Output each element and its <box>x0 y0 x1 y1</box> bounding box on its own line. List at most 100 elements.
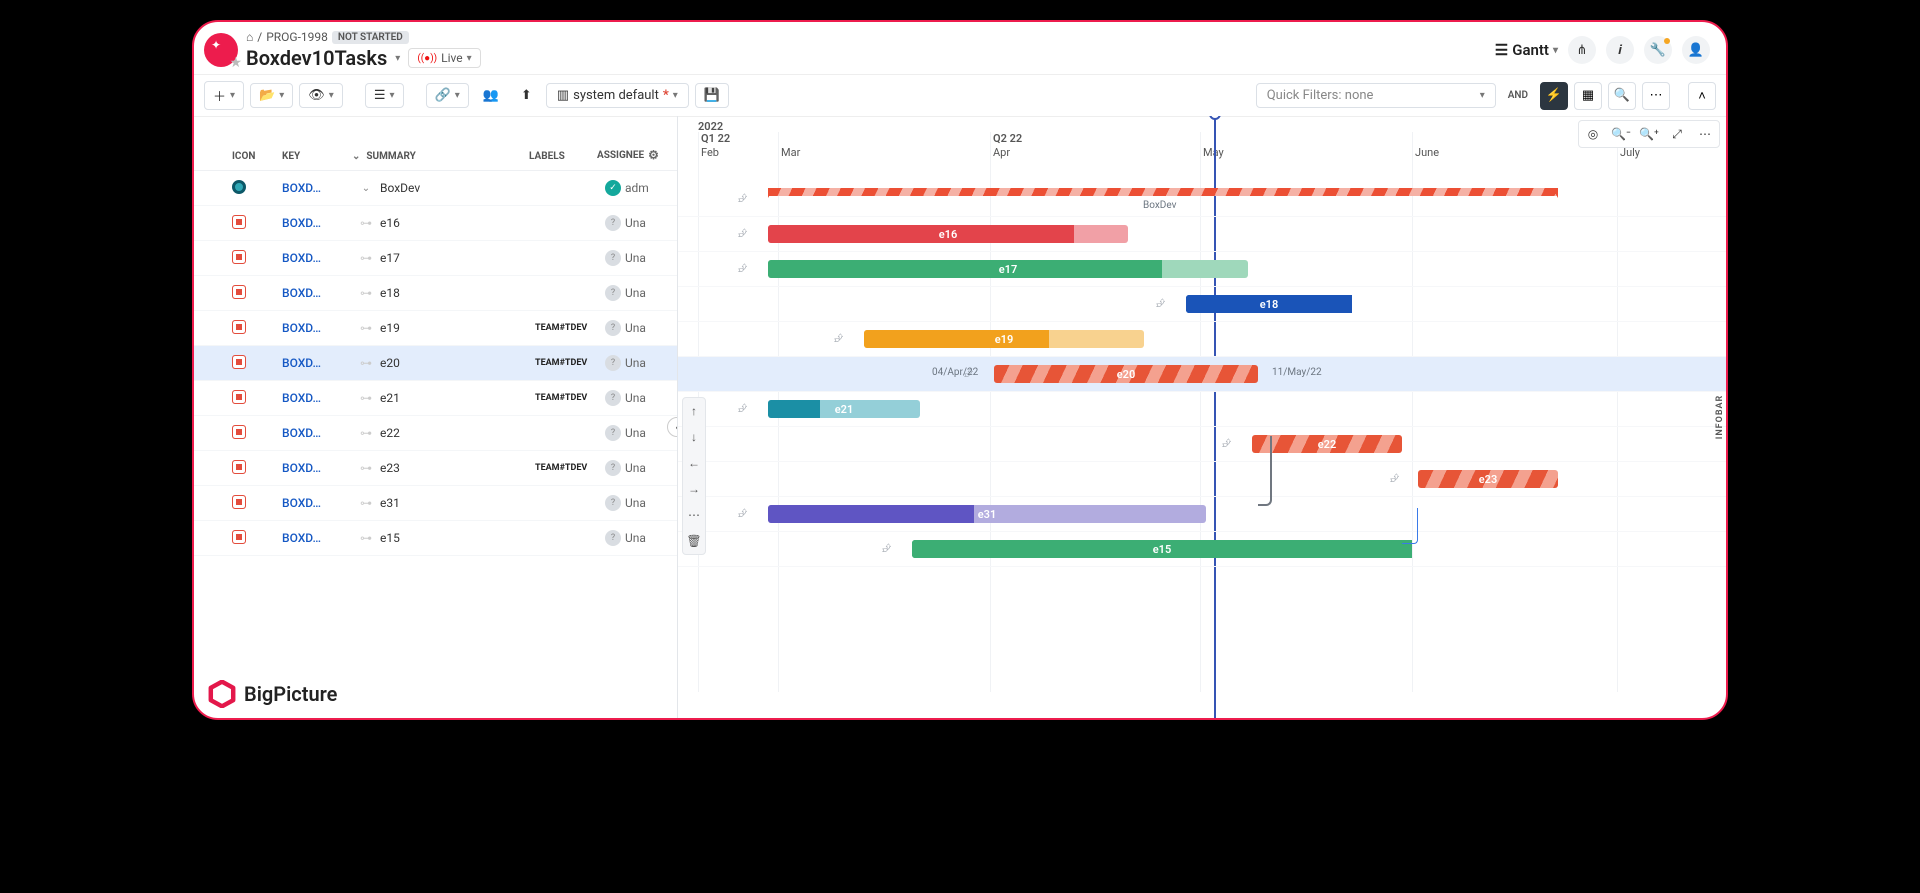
collapse-right-button[interactable]: ˄ <box>1688 82 1716 110</box>
row-more-button[interactable]: ⋯ <box>683 502 705 528</box>
zoom-in-button[interactable]: 🔍⁺ <box>1637 123 1661 145</box>
summary-cell[interactable]: e21 <box>380 391 535 405</box>
page-title[interactable]: Boxdev10Tasks <box>246 46 387 70</box>
assignee-cell[interactable]: ?Una <box>605 355 665 371</box>
col-labels[interactable]: LABELS <box>529 151 597 162</box>
breadcrumb-prog[interactable]: PROG-1998 <box>266 30 328 44</box>
user-icon[interactable]: 👤 <box>1682 36 1710 64</box>
share-icon[interactable]: ⋔ <box>1568 36 1596 64</box>
tree-toggle-icon[interactable]: ⊶ <box>352 426 380 440</box>
indent-button[interactable]: → <box>683 476 705 502</box>
issue-key[interactable]: BOXD… <box>282 391 352 405</box>
search-button[interactable]: 🔍 <box>1608 82 1636 110</box>
columns-gear-icon[interactable]: ⚙ <box>648 148 659 162</box>
issue-key[interactable]: BOXD… <box>282 496 352 510</box>
summary-cell[interactable]: e20 <box>380 356 535 370</box>
gantt-more-button[interactable]: ⋯ <box>1693 123 1717 145</box>
gantt-row[interactable]: ⮵e2004/Apr/2211/May/22 <box>678 357 1726 392</box>
table-row[interactable]: BOXD…⊶e23TEAM#TDEV?Una <box>194 451 677 486</box>
gantt-row[interactable]: ⮵e23 <box>678 462 1726 497</box>
save-layout-button[interactable]: 💾 <box>695 83 729 108</box>
gantt-bar[interactable]: e23 <box>1418 470 1558 488</box>
add-button[interactable]: ＋▾ <box>204 81 244 110</box>
assignee-cell[interactable]: ?Una <box>605 530 665 546</box>
gantt-bar[interactable]: e17 <box>768 260 1248 278</box>
gantt-bar[interactable]: e15 <box>912 540 1412 558</box>
issue-key[interactable]: BOXD… <box>282 216 352 230</box>
outdent-button[interactable]: ← <box>683 450 705 476</box>
table-row[interactable]: BOXD…⊶e21TEAM#TDEV?Una <box>194 381 677 416</box>
summary-cell[interactable]: e22 <box>380 426 535 440</box>
infobar-tab[interactable]: INFOBAR <box>1713 385 1726 450</box>
focus-today-button[interactable]: ◎ <box>1581 123 1605 145</box>
gantt-bar[interactable]: e21 <box>768 400 920 418</box>
tree-toggle-icon[interactable]: ⊶ <box>352 391 380 405</box>
assignee-cell[interactable]: ?Una <box>605 425 665 441</box>
gantt-bar[interactable]: e18 <box>1186 295 1352 313</box>
fullscreen-button[interactable]: ⤢ <box>1665 123 1689 145</box>
quick-filters[interactable]: Quick Filters: none▾ <box>1256 83 1496 108</box>
view-button[interactable]: 👁▾ <box>299 83 343 108</box>
live-toggle[interactable]: ((●))Live▾ <box>408 48 480 68</box>
issue-key[interactable]: BOXD… <box>282 181 352 195</box>
link-button[interactable]: 🔗▾ <box>426 83 469 108</box>
assignee-cell[interactable]: ?Una <box>605 460 665 476</box>
assignee-cell[interactable]: ?Una <box>605 495 665 511</box>
table-row[interactable]: BOXD…⊶e19TEAM#TDEV?Una <box>194 311 677 346</box>
gantt-row[interactable]: ⮵e21 <box>678 392 1726 427</box>
issue-key[interactable]: BOXD… <box>282 356 352 370</box>
issue-key[interactable]: BOXD… <box>282 321 352 335</box>
gantt-bar[interactable]: e19 <box>864 330 1144 348</box>
col-icon[interactable]: ICON <box>232 151 282 162</box>
summary-cell[interactable]: e16 <box>380 216 535 230</box>
gantt-row[interactable]: ⮵e22 <box>678 427 1726 462</box>
tree-toggle-icon[interactable]: ⊶ <box>352 461 380 475</box>
gantt-bar[interactable]: e16 <box>768 225 1128 243</box>
gantt-row[interactable]: ⮵e16 <box>678 217 1726 252</box>
app-logo-icon[interactable]: ★ <box>204 33 238 67</box>
tree-toggle-icon[interactable]: ⊶ <box>352 356 380 370</box>
open-button[interactable]: 📂▾ <box>250 83 293 108</box>
assignee-cell[interactable]: ?Una <box>605 285 665 301</box>
tree-toggle-icon[interactable]: ⊶ <box>352 286 380 300</box>
flash-button[interactable]: ⚡ <box>1540 82 1568 110</box>
gantt-row[interactable]: ⮵BoxDev <box>678 182 1726 217</box>
issue-key[interactable]: BOXD… <box>282 426 352 440</box>
table-row[interactable]: BOXD…⊶e17?Una <box>194 241 677 276</box>
info-icon[interactable]: 𝒊 <box>1606 36 1634 64</box>
table-row[interactable]: BOXD…⊶e15 ?Una <box>194 521 677 556</box>
title-caret-icon[interactable]: ▾ <box>395 53 400 64</box>
assignee-cell[interactable]: ?Una <box>605 215 665 231</box>
summary-cell[interactable]: e17 <box>380 251 535 265</box>
summary-bar[interactable] <box>768 188 1558 196</box>
tree-toggle-icon[interactable]: ⊶ <box>352 531 380 545</box>
issue-key[interactable]: BOXD… <box>282 251 352 265</box>
table-row[interactable]: BOXD…⊶e16 ?Una <box>194 206 677 241</box>
gantt-row[interactable]: ⮵e17 <box>678 252 1726 287</box>
gantt-row[interactable]: ⮵e31 <box>678 497 1726 532</box>
tools-icon[interactable]: 🔧 <box>1644 36 1672 64</box>
assignee-cell[interactable]: ?Una <box>605 390 665 406</box>
assignee-cell[interactable]: ✓adm <box>605 180 665 196</box>
col-assignee[interactable]: ASSIGNEE⚙ <box>597 148 665 162</box>
table-row[interactable]: BOXD…⊶e31?Una <box>194 486 677 521</box>
team-button[interactable]: 👥 <box>475 84 507 107</box>
gantt-row[interactable]: ⮵e15 <box>678 532 1726 567</box>
gantt-bar[interactable]: e20 <box>994 365 1258 383</box>
summary-cell[interactable]: e23 <box>380 461 535 475</box>
tree-toggle-icon[interactable]: ⊶ <box>352 251 380 265</box>
table-row[interactable]: BOXD…⊶e22 ?Una <box>194 416 677 451</box>
zoom-out-button[interactable]: 🔍⁻ <box>1609 123 1633 145</box>
assignee-cell[interactable]: ?Una <box>605 320 665 336</box>
issue-key[interactable]: BOXD… <box>282 531 352 545</box>
move-up-button[interactable]: ↑ <box>683 398 705 424</box>
tree-toggle-icon[interactable]: ⊶ <box>352 216 380 230</box>
tree-toggle-icon[interactable]: ⌄ <box>352 183 380 194</box>
tree-toggle-icon[interactable]: ⊶ <box>352 496 380 510</box>
calendar-button[interactable]: ▦ <box>1574 82 1602 110</box>
gantt-row[interactable]: ⮵e18 <box>678 287 1726 322</box>
move-down-button[interactable]: ↓ <box>683 424 705 450</box>
align-button[interactable]: ☰▾ <box>365 83 404 108</box>
summary-cell[interactable]: e15 <box>380 531 535 545</box>
summary-cell[interactable]: e18 <box>380 286 535 300</box>
